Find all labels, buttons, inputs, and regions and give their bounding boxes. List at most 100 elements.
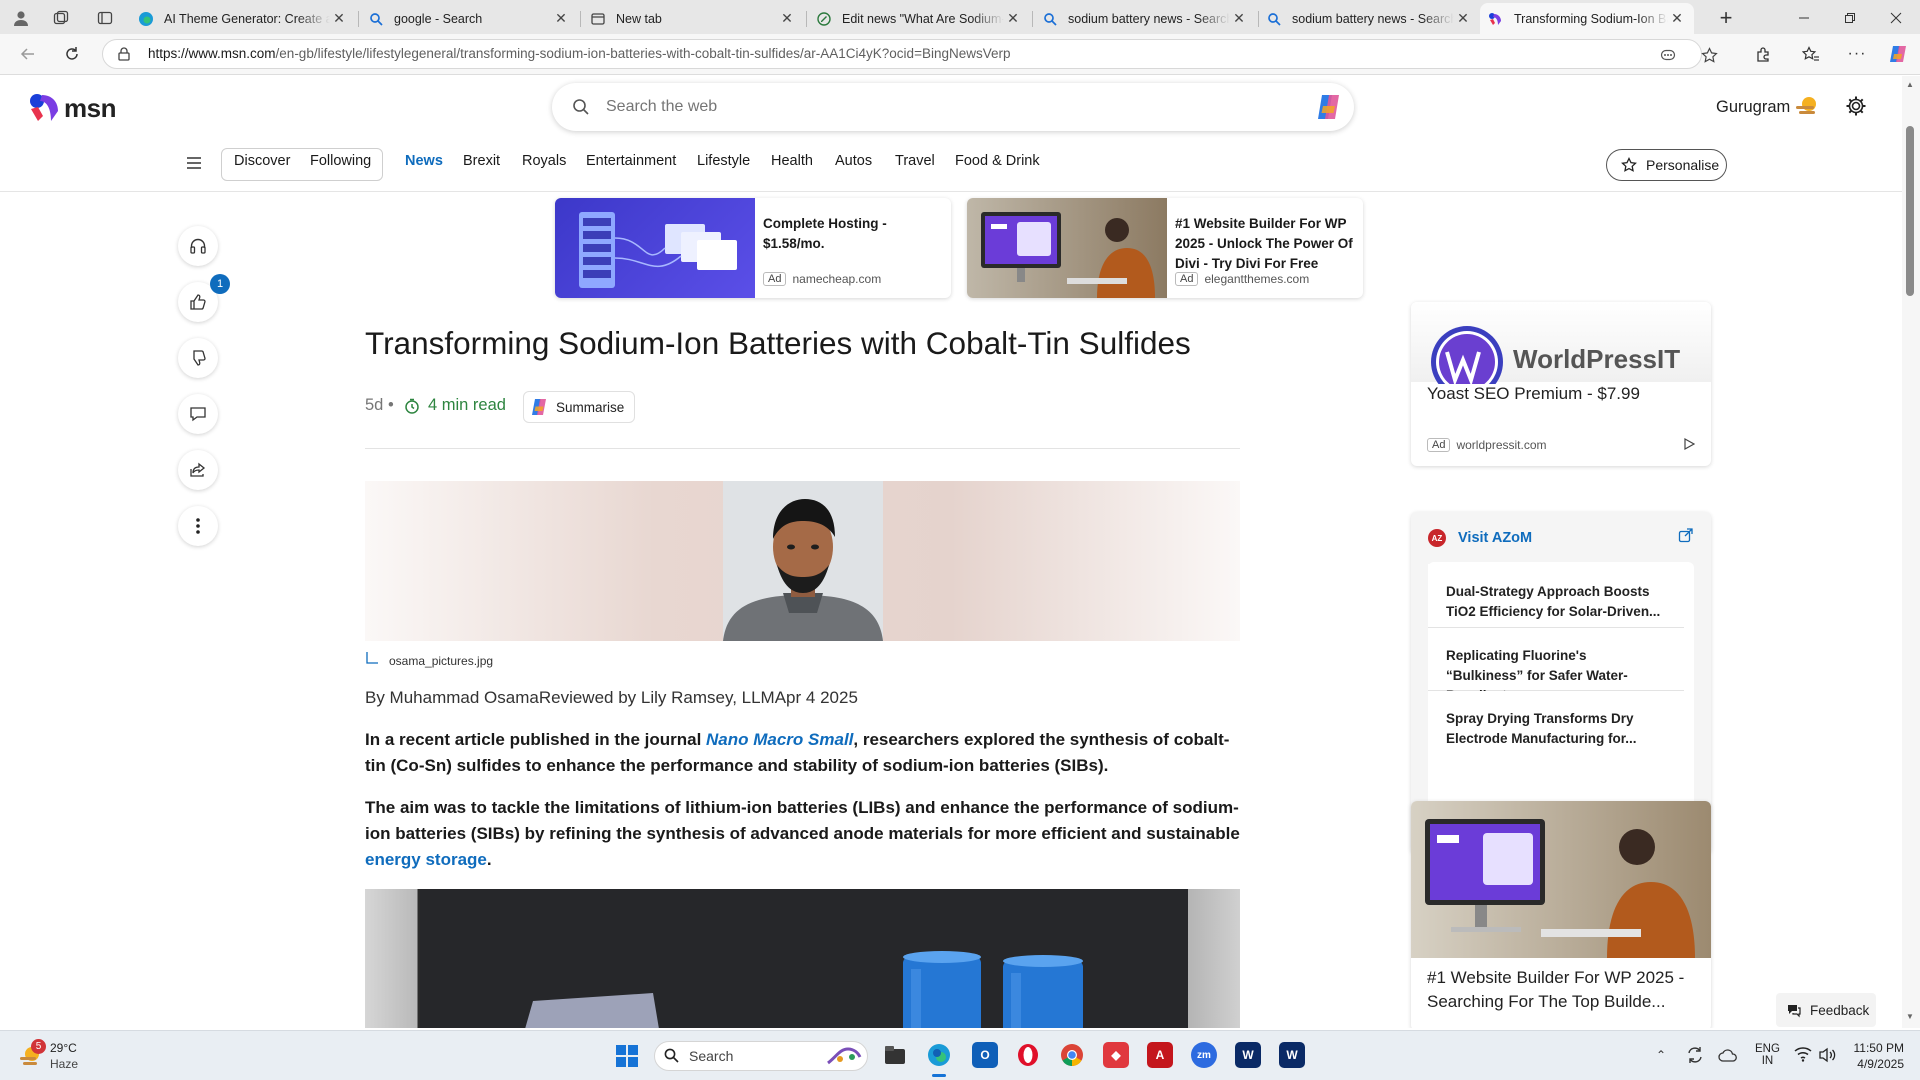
- browser-tab-active[interactable]: Transforming Sodium-Ion Batte ✕: [1480, 3, 1694, 34]
- nav-food-drink[interactable]: Food & Drink: [955, 153, 1040, 169]
- right-ad-card[interactable]: #1 Website Builder For WP 2025 - Searchi…: [1411, 801, 1711, 1028]
- sync-icon[interactable]: [1686, 1046, 1704, 1064]
- close-tab-icon[interactable]: ✕: [778, 10, 796, 27]
- ad-card[interactable]: Complete Hosting - $1.58/mo. Ad namecheap…: [555, 198, 951, 298]
- close-tab-icon[interactable]: ✕: [1454, 10, 1472, 27]
- close-tab-icon[interactable]: ✕: [552, 10, 570, 27]
- volume-icon[interactable]: [1818, 1047, 1836, 1063]
- feedback-button[interactable]: Feedback: [1776, 993, 1876, 1027]
- taskbar-condition[interactable]: Haze: [50, 1057, 78, 1071]
- zoom-icon[interactable]: zm: [1191, 1042, 1217, 1068]
- settings-gear-icon[interactable]: [1845, 95, 1867, 117]
- close-tab-icon[interactable]: ✕: [330, 10, 348, 27]
- paragraph-text: .: [486, 850, 492, 869]
- favorites-icon[interactable]: [1800, 43, 1822, 65]
- more-menu-icon[interactable]: ···: [1846, 43, 1868, 65]
- minimize-button[interactable]: [1792, 6, 1816, 30]
- personalise-button[interactable]: Personalise: [1606, 149, 1727, 181]
- nav-royals[interactable]: Royals: [522, 153, 566, 169]
- energy-storage-link[interactable]: energy storage: [365, 850, 487, 869]
- workspaces-icon[interactable]: [50, 7, 72, 29]
- browser-tab[interactable]: sodium battery news - Search ✕: [1034, 3, 1256, 34]
- show-hidden-icons-chevron-icon[interactable]: ⌃: [1656, 1048, 1666, 1062]
- favorite-star-icon[interactable]: [1698, 44, 1720, 66]
- nav-health[interactable]: Health: [771, 153, 813, 169]
- msn-butterfly-icon: [30, 94, 58, 121]
- site-info-lock-icon[interactable]: [116, 46, 132, 62]
- browser-tab[interactable]: New tab ✕: [582, 3, 804, 34]
- nav-lifestyle[interactable]: Lifestyle: [697, 153, 750, 169]
- external-link-icon[interactable]: [1678, 528, 1693, 543]
- hamburger-menu-icon[interactable]: [186, 156, 202, 170]
- nav-autos[interactable]: Autos: [835, 153, 872, 169]
- chrome-icon[interactable]: [1059, 1042, 1085, 1068]
- browser-tab[interactable]: Edit news "What Are Sodium-Io ✕: [808, 3, 1030, 34]
- browser-tab[interactable]: sodium battery news - Search ✕: [1258, 3, 1480, 34]
- nav-travel[interactable]: Travel: [895, 153, 935, 169]
- edge-taskbar-icon[interactable]: [926, 1042, 952, 1068]
- language-indicator[interactable]: ENG IN: [1755, 1043, 1780, 1067]
- more-options-button[interactable]: [178, 506, 218, 546]
- nav-discover[interactable]: Discover: [234, 153, 290, 169]
- back-button[interactable]: [16, 42, 40, 66]
- listen-button[interactable]: [178, 226, 218, 266]
- share-button[interactable]: [178, 450, 218, 490]
- nav-brexit[interactable]: Brexit: [463, 153, 500, 169]
- opera-icon[interactable]: [1015, 1042, 1041, 1068]
- taskbar-clock[interactable]: 11:50 PM 4/9/2025: [1848, 1041, 1904, 1071]
- azom-article-link[interactable]: Dual-Strategy Approach Boosts TiO2 Effic…: [1428, 564, 1684, 628]
- copilot-icon[interactable]: [1886, 42, 1910, 66]
- azom-article-link[interactable]: Replicating Fluorine's “Bulkiness” for S…: [1428, 628, 1684, 703]
- webex-meetings-icon[interactable]: W: [1279, 1042, 1305, 1068]
- new-tab-button[interactable]: +: [1714, 5, 1738, 30]
- dislike-button[interactable]: [178, 338, 218, 378]
- ad-source: Ad worldpressit.com: [1427, 438, 1547, 452]
- onedrive-cloud-icon[interactable]: [1718, 1048, 1738, 1062]
- copilot-search-icon[interactable]: [1314, 93, 1344, 121]
- close-window-button[interactable]: [1884, 6, 1908, 30]
- close-tab-icon[interactable]: ✕: [1004, 10, 1022, 27]
- extensions-icon[interactable]: [1752, 43, 1774, 65]
- feedback-label: Feedback: [1810, 1002, 1870, 1018]
- adchoices-icon[interactable]: [1683, 438, 1695, 450]
- msn-logo[interactable]: msn: [28, 92, 116, 124]
- journal-link[interactable]: Nano Macro Small: [706, 730, 853, 749]
- ad-title: #1 Website Builder For WP 2025 - Searchi…: [1427, 968, 1685, 1011]
- right-ad-card[interactable]: WorldPressIT Yoast SEO Premium - $7.99 A…: [1411, 302, 1711, 466]
- close-tab-icon[interactable]: ✕: [1668, 10, 1686, 27]
- browser-tab[interactable]: AI Theme Generator: Create a Ci ✕: [130, 3, 356, 34]
- restore-button[interactable]: [1838, 6, 1862, 30]
- scroll-up-arrow-icon[interactable]: ▲: [1906, 80, 1914, 89]
- location-text[interactable]: Gurugram: [1716, 98, 1790, 117]
- visit-azom-link[interactable]: Visit AZoM: [1458, 530, 1532, 546]
- read-aloud-icon[interactable]: [1658, 45, 1678, 65]
- ad-card[interactable]: #1 Website Builder For WP 2025 - Unlock …: [967, 198, 1363, 298]
- windows-start-icon[interactable]: [616, 1045, 638, 1067]
- url-text[interactable]: https://www.msn.com/en-gb/lifestyle/life…: [148, 46, 1011, 61]
- wifi-icon[interactable]: [1794, 1046, 1812, 1062]
- acrobat-icon[interactable]: A: [1147, 1042, 1173, 1068]
- azom-article-link[interactable]: Spray Drying Transforms Dry Electrode Ma…: [1428, 691, 1684, 755]
- outlook-icon[interactable]: O: [972, 1042, 998, 1068]
- scrollbar-thumb[interactable]: [1906, 126, 1914, 296]
- weather-alert-badge: 5: [31, 1039, 46, 1054]
- browser-tab[interactable]: google - Search ✕: [360, 3, 578, 34]
- tab-actions-icon[interactable]: [94, 7, 116, 29]
- profile-icon[interactable]: [10, 7, 32, 29]
- close-tab-icon[interactable]: ✕: [1230, 10, 1248, 27]
- anydesk-icon[interactable]: ◆: [1103, 1042, 1129, 1068]
- webex-icon[interactable]: W: [1235, 1042, 1261, 1068]
- search-input[interactable]: [606, 94, 1306, 120]
- tab-title: google - Search: [394, 11, 483, 26]
- nav-following[interactable]: Following: [310, 153, 371, 169]
- summarise-button[interactable]: Summarise: [523, 391, 636, 423]
- scroll-down-arrow-icon[interactable]: ▼: [1906, 1012, 1914, 1021]
- nav-entertainment[interactable]: Entertainment: [586, 153, 676, 169]
- weather-haze-icon[interactable]: [1794, 93, 1820, 119]
- nav-news[interactable]: News: [405, 153, 443, 169]
- comment-button[interactable]: [178, 394, 218, 434]
- edge-favicon-icon: [138, 11, 154, 27]
- file-explorer-icon[interactable]: [882, 1042, 908, 1068]
- refresh-button[interactable]: [60, 42, 84, 66]
- taskbar-temperature[interactable]: 29°C: [50, 1041, 77, 1055]
